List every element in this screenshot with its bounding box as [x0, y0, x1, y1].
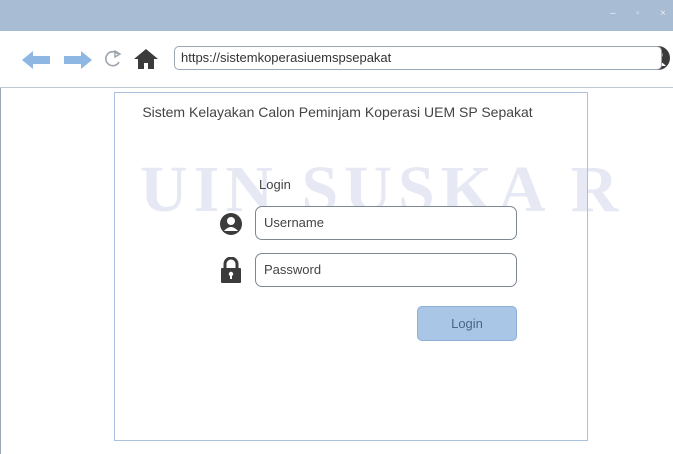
login-button[interactable]: Login: [417, 306, 517, 341]
user-icon: [220, 213, 242, 235]
home-icon[interactable]: [134, 49, 158, 69]
minimize-button[interactable]: –: [610, 9, 616, 19]
lock-icon: [221, 257, 241, 283]
password-field[interactable]: Password: [255, 253, 517, 287]
login-heading: Login: [259, 177, 291, 192]
maximize-button[interactable]: ▫: [636, 9, 640, 19]
close-button[interactable]: ×: [660, 9, 666, 19]
username-field[interactable]: Username: [255, 206, 517, 240]
forward-arrow-icon[interactable]: [64, 51, 92, 69]
back-arrow-icon[interactable]: [22, 51, 50, 69]
url-bar[interactable]: https://sistemkoperasiuemspsepakat: [174, 46, 662, 70]
page-title: Sistem Kelayakan Calon Peminjam Koperasi…: [142, 104, 533, 120]
window-titlebar: – ▫ ×: [0, 0, 673, 31]
reload-icon[interactable]: [104, 50, 122, 68]
